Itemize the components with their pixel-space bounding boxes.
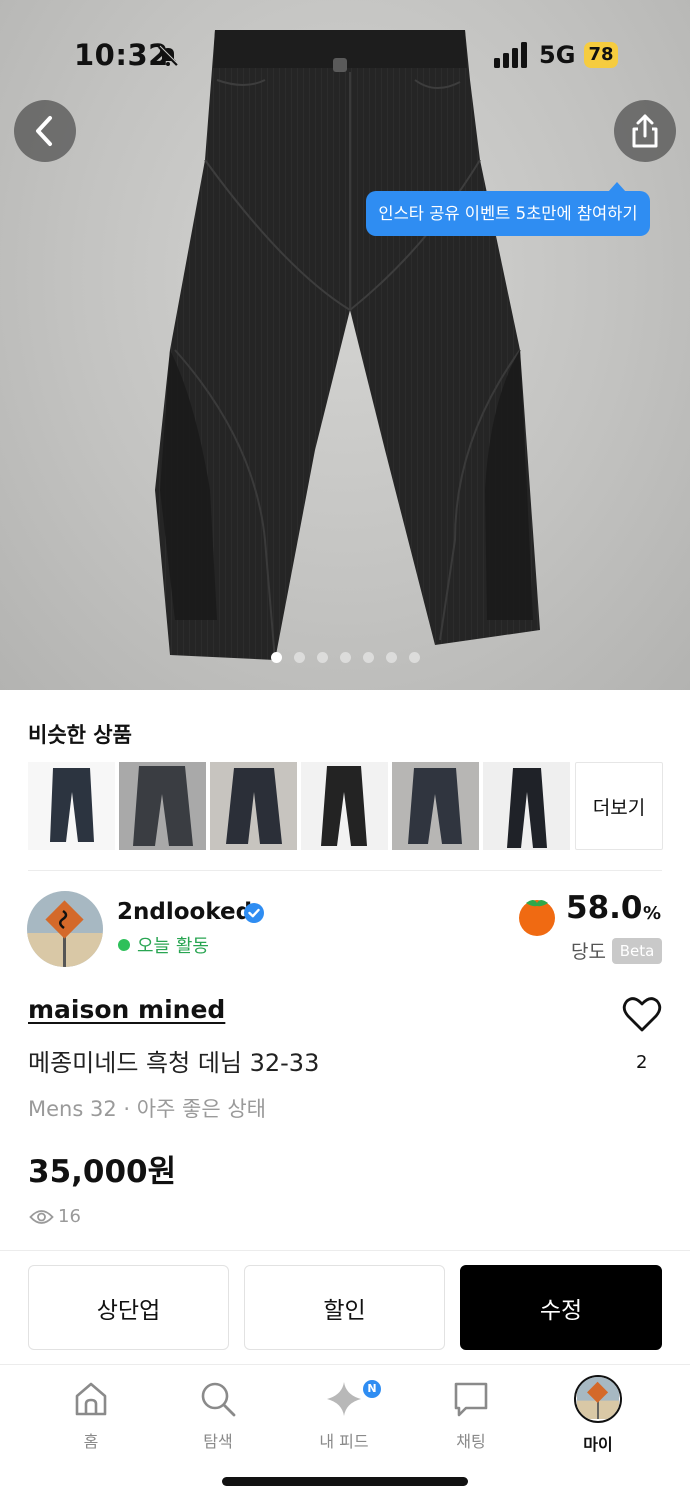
tab-chat[interactable]: 채팅: [416, 1378, 526, 1454]
tab-explore[interactable]: 탐색: [163, 1378, 273, 1454]
similar-item-thumb[interactable]: [392, 762, 479, 850]
share-icon: [632, 114, 658, 148]
back-button[interactable]: [14, 100, 76, 162]
bump-button[interactable]: 상단업: [28, 1265, 229, 1350]
seller-name[interactable]: 2ndlooked: [117, 899, 252, 925]
divider: [0, 1250, 690, 1251]
similar-item-thumb[interactable]: [28, 762, 115, 850]
tab-label: 마이: [583, 1435, 613, 1454]
similar-item-thumb[interactable]: [210, 762, 297, 850]
pagination-dot: [293, 652, 305, 663]
battery-indicator: 78: [584, 42, 618, 68]
chat-bubble-icon: [454, 1382, 488, 1417]
discount-button[interactable]: 할인: [244, 1265, 445, 1350]
like-count: 2: [636, 1052, 648, 1073]
tab-feed[interactable]: N 내 피드: [289, 1378, 399, 1454]
similar-item-thumb[interactable]: [119, 762, 206, 850]
beta-badge: Beta: [612, 938, 662, 964]
profile-avatar: [574, 1375, 622, 1423]
product-title: 메종미네드 흑청 데님 32-33: [28, 1049, 320, 1077]
similar-items-more-button[interactable]: 더보기: [575, 762, 663, 850]
product-meta: Mens 32 · 아주 좋은 상태: [28, 1097, 266, 1121]
bell-muted-icon: [158, 45, 179, 66]
instagram-event-tooltip[interactable]: 인스타 공유 이벤트 5초만에 참여하기: [366, 182, 650, 236]
product-price: 35,000원: [28, 1154, 177, 1190]
verified-badge-icon: [244, 903, 264, 923]
new-badge: N: [363, 1380, 381, 1398]
pagination-dot: [339, 652, 351, 663]
tab-label: 채팅: [456, 1432, 486, 1451]
divider: [0, 1364, 690, 1365]
tab-my[interactable]: 마이: [543, 1375, 653, 1454]
pagination-dot: [316, 652, 328, 663]
signal-icon: [494, 42, 527, 68]
tab-home[interactable]: 홈: [36, 1378, 146, 1454]
tab-label: 홈: [83, 1432, 99, 1451]
carousel-pagination: [0, 648, 690, 664]
dangdo-label: 당도: [571, 941, 606, 963]
product-brand-link[interactable]: maison mined: [28, 995, 225, 1024]
pagination-dot: [362, 652, 374, 663]
home-icon: [75, 1382, 107, 1416]
status-bar: 10:32 5G 78: [0, 0, 690, 110]
product-image-carousel[interactable]: 10:32 5G 78 인스타 공유 이벤트 5초만에 참여하기: [0, 0, 690, 690]
similar-items-list: 더보기: [28, 762, 664, 850]
tab-label: 탐색: [203, 1432, 233, 1451]
heart-icon[interactable]: [622, 995, 662, 1033]
eye-icon: [29, 1210, 54, 1224]
view-count: 16: [58, 1206, 81, 1227]
sparkle-icon: [327, 1382, 361, 1416]
chevron-left-icon: [36, 116, 52, 146]
pagination-dot: [270, 652, 282, 663]
similar-item-thumb[interactable]: [301, 762, 388, 850]
similar-item-thumb[interactable]: [483, 762, 570, 850]
online-status-dot: [118, 939, 130, 951]
product-photo-jeans: [155, 30, 540, 661]
network-type: 5G: [539, 41, 576, 69]
similar-items-title: 비슷한 상품: [28, 723, 132, 747]
edit-button[interactable]: 수정: [460, 1265, 662, 1350]
search-icon: [201, 1382, 236, 1417]
pagination-dot: [385, 652, 397, 663]
divider: [28, 870, 662, 871]
pagination-dot: [408, 652, 420, 663]
share-button[interactable]: [614, 100, 676, 162]
tab-label: 내 피드: [319, 1432, 369, 1451]
persimmon-icon: [519, 900, 555, 936]
seller-avatar[interactable]: [27, 891, 103, 967]
seller-activity-status: 오늘 활동: [137, 936, 209, 957]
status-time: 10:32: [74, 38, 169, 72]
dangdo-score: 58.0: [566, 890, 643, 926]
home-indicator: [222, 1477, 468, 1486]
dangdo-unit: %: [643, 903, 662, 924]
